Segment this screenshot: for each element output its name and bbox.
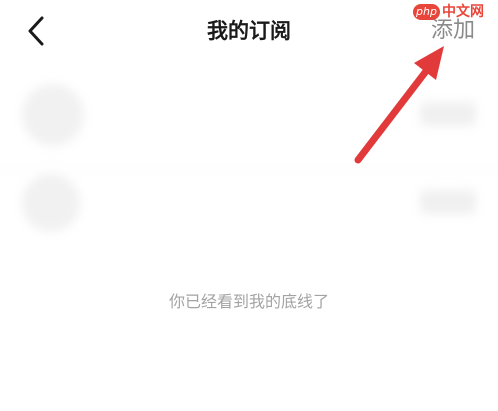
page-title: 我的订阅 xyxy=(207,19,291,43)
site-watermark: php 中文网 xyxy=(413,2,484,20)
subscriptions-page: 我的订阅 添加 php 中文网 你已经看到我的底线了 xyxy=(0,0,498,411)
avatar xyxy=(22,174,80,232)
subscription-action-button[interactable] xyxy=(420,102,476,126)
subscription-item[interactable] xyxy=(0,170,498,240)
subscription-item[interactable] xyxy=(0,70,498,170)
subscription-list xyxy=(0,70,498,240)
end-of-list-text: 你已经看到我的底线了 xyxy=(168,292,329,311)
subscription-action-button[interactable] xyxy=(420,190,476,214)
watermark-site-text: 中文网 xyxy=(442,3,484,20)
avatar xyxy=(22,84,84,146)
watermark-badge: php xyxy=(413,3,440,20)
